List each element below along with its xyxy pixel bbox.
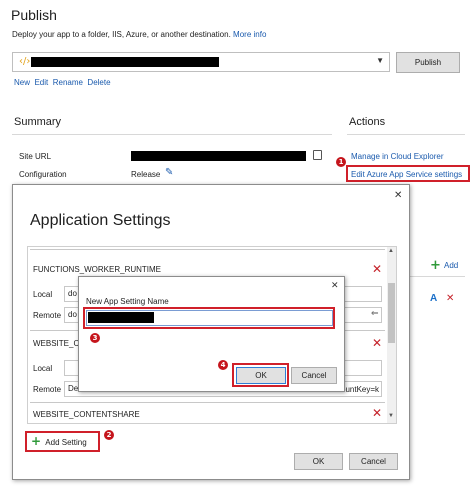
- callout-2: 2: [104, 430, 114, 440]
- actions-divider: [347, 134, 465, 135]
- new-setting-cancel-button[interactable]: Cancel: [291, 367, 337, 384]
- callout-4: 4: [218, 360, 228, 370]
- chevron-down-icon: ▼: [376, 56, 384, 65]
- configuration-value: Release: [131, 170, 161, 179]
- scroll-up-arrow-icon[interactable]: ▲: [388, 248, 394, 254]
- site-url-redacted: [131, 151, 306, 161]
- pencil-icon[interactable]: ✎: [165, 167, 173, 178]
- rename-profile-link[interactable]: Rename: [53, 78, 83, 87]
- add-plus-icon[interactable]: +: [430, 258, 441, 273]
- remove-dependency-icon[interactable]: ✕: [446, 293, 454, 305]
- configuration-label: Configuration: [19, 170, 67, 179]
- delete-setting-icon[interactable]: ✕: [372, 263, 382, 275]
- insert-value-icon[interactable]: ⇐: [371, 309, 379, 319]
- summary-heading: Summary: [14, 116, 62, 128]
- local-label: Local: [33, 364, 53, 373]
- new-setting-close-icon[interactable]: ✕: [331, 281, 339, 291]
- profile-actions: New Edit Rename Delete: [14, 78, 111, 87]
- side-panel-divider: [410, 276, 465, 277]
- profile-name-redacted: [31, 57, 219, 67]
- azure-icon: A: [430, 293, 438, 304]
- highlight-setting-name: [83, 307, 335, 329]
- new-setting-label: New App Setting Name: [86, 297, 169, 306]
- publish-description-text: Deploy your app to a folder, IIS, Azure,…: [12, 30, 231, 39]
- highlight-add-setting: [25, 431, 100, 452]
- web-profile-icon: ‹/›: [19, 56, 31, 67]
- dialog-close-icon[interactable]: ✕: [394, 190, 402, 201]
- more-info-link[interactable]: More info: [233, 30, 266, 39]
- summary-divider: [12, 134, 332, 135]
- callout-3: 3: [90, 333, 100, 343]
- remote-label: Remote: [33, 311, 62, 320]
- remote-value-tail: ountKey=k: [341, 385, 380, 394]
- publish-description: Deploy your app to a folder, IIS, Azure,…: [12, 30, 266, 39]
- setting-name: FUNCTIONS_WORKER_RUNTIME: [33, 265, 162, 274]
- delete-profile-link[interactable]: Delete: [87, 78, 110, 87]
- highlight-edit-azure-settings: [346, 165, 470, 182]
- app-settings-ok-button[interactable]: OK: [294, 453, 343, 470]
- publish-button[interactable]: Publish: [396, 52, 460, 73]
- page-title: Publish: [11, 7, 57, 23]
- callout-1: 1: [336, 157, 346, 167]
- delete-setting-icon[interactable]: ✕: [372, 407, 382, 419]
- edit-profile-link[interactable]: Edit: [34, 78, 48, 87]
- app-settings-title: Application Settings: [30, 212, 171, 229]
- app-settings-cancel-button[interactable]: Cancel: [349, 453, 398, 470]
- scroll-down-arrow-icon[interactable]: ▼: [388, 413, 394, 419]
- settings-row-divider: [30, 402, 385, 403]
- setting-name: WEBSITE_CONTENTSHARE: [33, 410, 140, 419]
- highlight-ok-button: [232, 363, 289, 387]
- copy-icon[interactable]: [313, 150, 322, 160]
- scrollbar-thumb[interactable]: [388, 283, 395, 343]
- delete-setting-icon[interactable]: ✕: [372, 337, 382, 349]
- new-profile-link[interactable]: New: [14, 78, 30, 87]
- manage-cloud-explorer-link[interactable]: Manage in Cloud Explorer: [351, 152, 444, 161]
- settings-scrollbar[interactable]: ▲ ▼: [387, 247, 396, 423]
- add-dependency-link[interactable]: Add: [444, 261, 458, 270]
- actions-heading: Actions: [349, 116, 386, 128]
- local-label: Local: [33, 290, 53, 299]
- settings-row-divider-top: [30, 249, 385, 250]
- site-url-label: Site URL: [19, 152, 52, 161]
- remote-label: Remote: [33, 385, 62, 394]
